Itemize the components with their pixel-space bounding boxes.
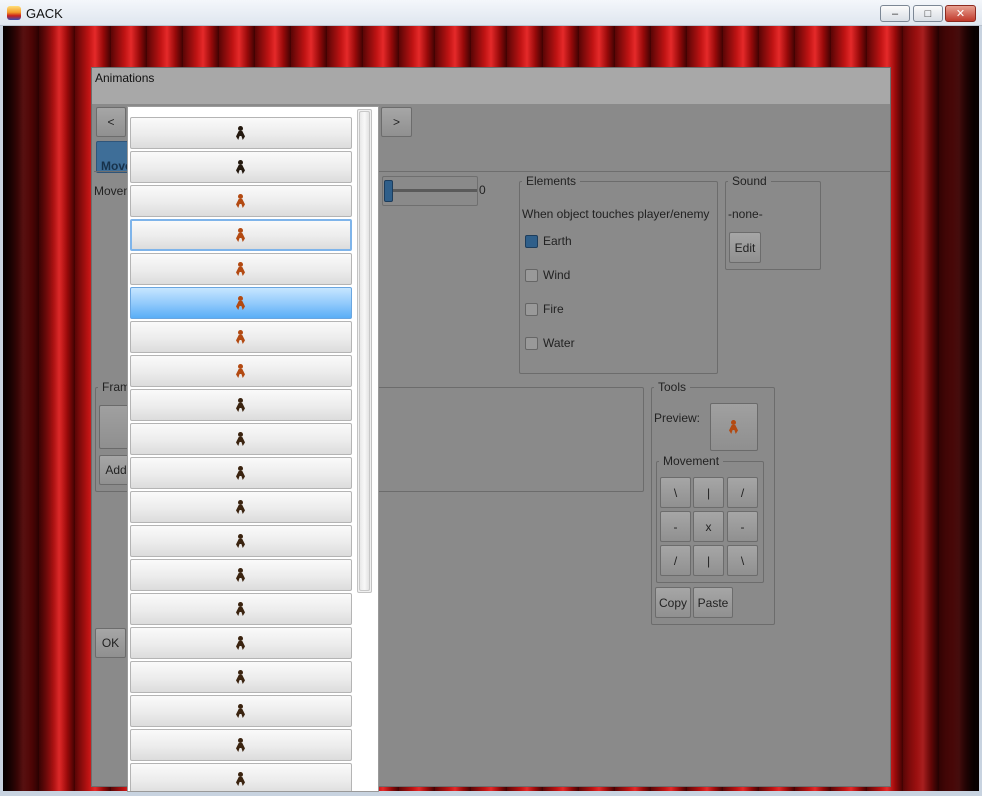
close-button[interactable]: ✕: [945, 5, 976, 22]
earth-checkbox-row[interactable]: Earth: [525, 234, 572, 248]
sound-value: -none-: [728, 207, 763, 221]
prev-animation-button[interactable]: <: [96, 107, 126, 137]
slider-value: 0: [479, 183, 486, 197]
speed-slider[interactable]: [382, 176, 478, 206]
slider-line: [385, 189, 477, 192]
next-animation-button[interactable]: >: [381, 107, 412, 137]
elements-legend: Elements: [522, 174, 581, 188]
character-sprite-icon: [233, 635, 249, 651]
copy-button[interactable]: Copy: [655, 587, 691, 618]
wind-checkbox-row[interactable]: Wind: [525, 268, 570, 282]
list-item[interactable]: [130, 287, 352, 319]
list-item[interactable]: [130, 695, 352, 727]
list-item[interactable]: [130, 151, 352, 183]
preview-sprite-icon: [726, 419, 742, 435]
character-sprite-icon: [233, 669, 249, 685]
move-up-left-button[interactable]: \: [660, 477, 691, 508]
fire-checkbox-row[interactable]: Fire: [525, 302, 564, 316]
list-item[interactable]: [130, 525, 352, 557]
dialog-title: Animations: [95, 71, 155, 85]
list-item[interactable]: [130, 457, 352, 489]
sound-legend: Sound: [728, 174, 771, 188]
character-sprite-icon: [233, 227, 249, 243]
list-item[interactable]: [130, 559, 352, 591]
elements-group: Elements When object touches player/enem…: [519, 174, 718, 374]
list-item[interactable]: [130, 253, 352, 285]
preview-label: Preview:: [654, 411, 701, 425]
preview-tile: [710, 403, 758, 451]
character-sprite-icon: [233, 159, 249, 175]
ok-button[interactable]: OK: [95, 628, 126, 658]
list-item[interactable]: [130, 593, 352, 625]
paste-button[interactable]: Paste: [693, 587, 733, 618]
character-sprite-icon: [233, 533, 249, 549]
wind-checkbox[interactable]: [525, 268, 538, 282]
list-item[interactable]: [130, 423, 352, 455]
move-up-button[interactable]: |: [693, 477, 724, 508]
list-item[interactable]: [130, 355, 352, 387]
character-sprite-icon: [233, 737, 249, 753]
slider-thumb[interactable]: [384, 180, 393, 202]
window-title: GACK: [26, 6, 63, 21]
list-item[interactable]: [130, 321, 352, 353]
water-label: Water: [543, 336, 575, 350]
minimize-button[interactable]: –: [880, 5, 910, 22]
water-checkbox-row[interactable]: Water: [525, 336, 575, 350]
maximize-button[interactable]: □: [913, 5, 943, 22]
tools-group: Tools Preview: Movement \ | / - x - / | …: [651, 380, 775, 625]
fire-label: Fire: [543, 302, 564, 316]
character-sprite-icon: [233, 703, 249, 719]
list-item[interactable]: [130, 219, 352, 251]
list-item[interactable]: [130, 661, 352, 693]
move-down-left-button[interactable]: /: [660, 545, 691, 576]
tools-legend: Tools: [654, 380, 691, 394]
move-down-button[interactable]: |: [693, 545, 724, 576]
character-sprite-icon: [233, 261, 249, 277]
character-sprite-icon: [233, 397, 249, 413]
character-sprite-icon: [233, 295, 249, 311]
move-up-right-button[interactable]: /: [727, 477, 758, 508]
sound-edit-button[interactable]: Edit: [729, 232, 761, 263]
move-down-right-button[interactable]: \: [727, 545, 758, 576]
scrollbar-thumb[interactable]: [359, 111, 370, 591]
character-sprite-icon: [233, 465, 249, 481]
list-scrollbar[interactable]: [357, 109, 372, 593]
app-logo-icon: [7, 6, 21, 20]
sprite-dropdown-list[interactable]: [127, 106, 379, 792]
elements-description: When object touches player/enemy: [522, 207, 710, 221]
movement-group: Movement \ | / - x - / | \: [656, 454, 764, 583]
character-sprite-icon: [233, 567, 249, 583]
earth-label: Earth: [543, 234, 572, 248]
list-item[interactable]: [130, 389, 352, 421]
character-sprite-icon: [233, 431, 249, 447]
character-sprite-icon: [233, 125, 249, 141]
list-item[interactable]: [130, 729, 352, 761]
move-left-button[interactable]: -: [660, 511, 691, 542]
list-item[interactable]: [130, 763, 352, 791]
earth-checkbox[interactable]: [525, 234, 538, 248]
character-sprite-icon: [233, 499, 249, 515]
wind-label: Wind: [543, 268, 571, 282]
movement-legend: Movement: [659, 454, 724, 468]
water-checkbox[interactable]: [525, 336, 538, 350]
dialog-header: Animations: [92, 68, 890, 104]
character-sprite-icon: [233, 363, 249, 379]
character-sprite-icon: [233, 771, 249, 787]
list-item[interactable]: [130, 491, 352, 523]
character-sprite-icon: [233, 193, 249, 209]
list-item[interactable]: [130, 185, 352, 217]
move-right-button[interactable]: -: [727, 511, 758, 542]
character-sprite-icon: [233, 601, 249, 617]
list-item[interactable]: [130, 627, 352, 659]
title-bar: GACK – □ ✕: [0, 0, 982, 26]
fire-checkbox[interactable]: [525, 302, 538, 316]
list-item[interactable]: [130, 117, 352, 149]
move-stop-button[interactable]: x: [693, 511, 724, 542]
character-sprite-icon: [233, 329, 249, 345]
sound-group: Sound -none- Edit: [725, 174, 821, 270]
